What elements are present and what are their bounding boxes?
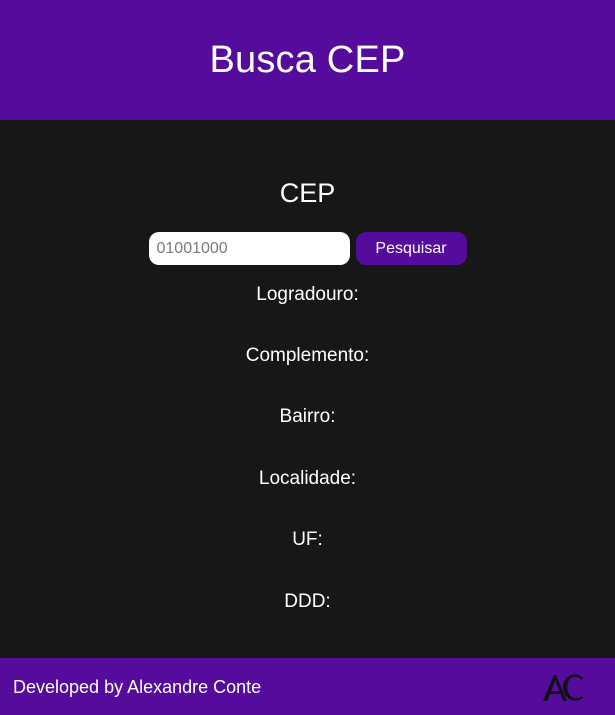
app-header: Busca CEP — [0, 0, 615, 120]
logradouro-field: Logradouro: — [256, 284, 359, 305]
main-content: CEP Pesquisar Logradouro: Complemento: B… — [0, 120, 615, 658]
app-footer: Developed by Alexandre Conte — [0, 658, 615, 715]
page-title: Busca CEP — [209, 38, 406, 81]
search-row: Pesquisar — [0, 232, 615, 265]
developer-credit: Developed by Alexandre Conte — [13, 677, 262, 697]
ddd-field: DDD: — [284, 591, 331, 612]
ac-logo-icon — [543, 674, 583, 701]
uf-field: UF: — [292, 529, 323, 550]
cep-label: CEP — [279, 178, 336, 208]
page: Busca CEP CEP Pesquisar Logradouro: Comp… — [0, 0, 615, 715]
cep-input[interactable] — [148, 232, 350, 265]
localidade-field: Localidade: — [258, 468, 357, 489]
search-button[interactable]: Pesquisar — [355, 232, 467, 265]
complemento-field: Complemento: — [245, 345, 370, 366]
bairro-field: Bairro: — [279, 406, 336, 427]
